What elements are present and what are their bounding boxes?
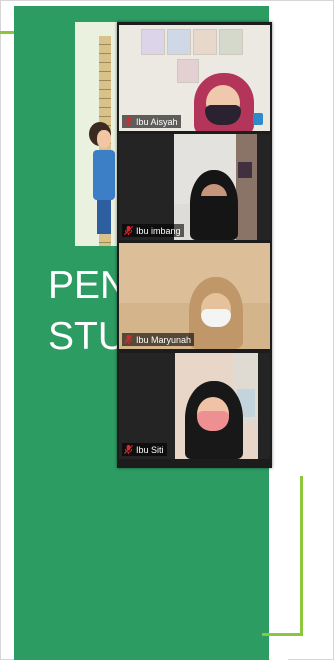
participant-name: Ibu Aisyah: [136, 116, 178, 127]
participant-name: Ibu Siti: [136, 444, 164, 455]
wall-poster: [167, 29, 191, 55]
child-pants-illustration: [97, 200, 111, 234]
participant-video: [175, 353, 258, 459]
participant-tile[interactable]: Ibu imbang: [119, 134, 270, 240]
wall-picture: [238, 162, 252, 178]
wall-poster: [219, 29, 243, 55]
curtain: [236, 134, 257, 240]
participant-name-tag: Ibu imbang: [122, 224, 184, 237]
wall-poster: [141, 29, 165, 55]
mic-muted-icon: [123, 444, 134, 455]
participant-tile[interactable]: Ibu Siti: [119, 353, 270, 459]
mic-muted-icon: [123, 334, 134, 345]
child-shirt-illustration: [93, 150, 115, 200]
mic-muted-icon: [123, 225, 134, 236]
participant-name-tag: Ibu Maryunah: [122, 333, 195, 346]
participant-name-tag: Ibu Siti: [122, 443, 167, 456]
slide-white-strip: [270, 6, 288, 660]
participant-name-tag: Ibu Aisyah: [122, 115, 181, 128]
child-face-illustration: [97, 130, 111, 148]
face-mask: [205, 105, 241, 125]
face-mask: [201, 309, 231, 327]
participant-tile[interactable]: Ibu Maryunah: [119, 243, 270, 349]
wall-poster: [193, 29, 217, 55]
cup: [253, 113, 263, 125]
participant-name: Ibu Maryunah: [136, 334, 192, 345]
participant-tile[interactable]: Ibu Aisyah: [119, 25, 270, 131]
slide-accent-line-top: [0, 31, 14, 34]
face-veil: [199, 196, 229, 214]
slide-accent-line-bottom: [262, 633, 303, 636]
slide-title: PEN STU: [48, 264, 128, 358]
participant-name: Ibu imbang: [136, 225, 181, 236]
participant-video: [174, 134, 257, 240]
slide-accent-line-right: [300, 476, 303, 636]
mic-muted-icon: [123, 116, 134, 127]
wall-poster: [177, 59, 199, 83]
video-gallery-panel[interactable]: Ibu Aisyah Ibu imbang Ibu Maryunah Ibu S…: [117, 22, 272, 468]
